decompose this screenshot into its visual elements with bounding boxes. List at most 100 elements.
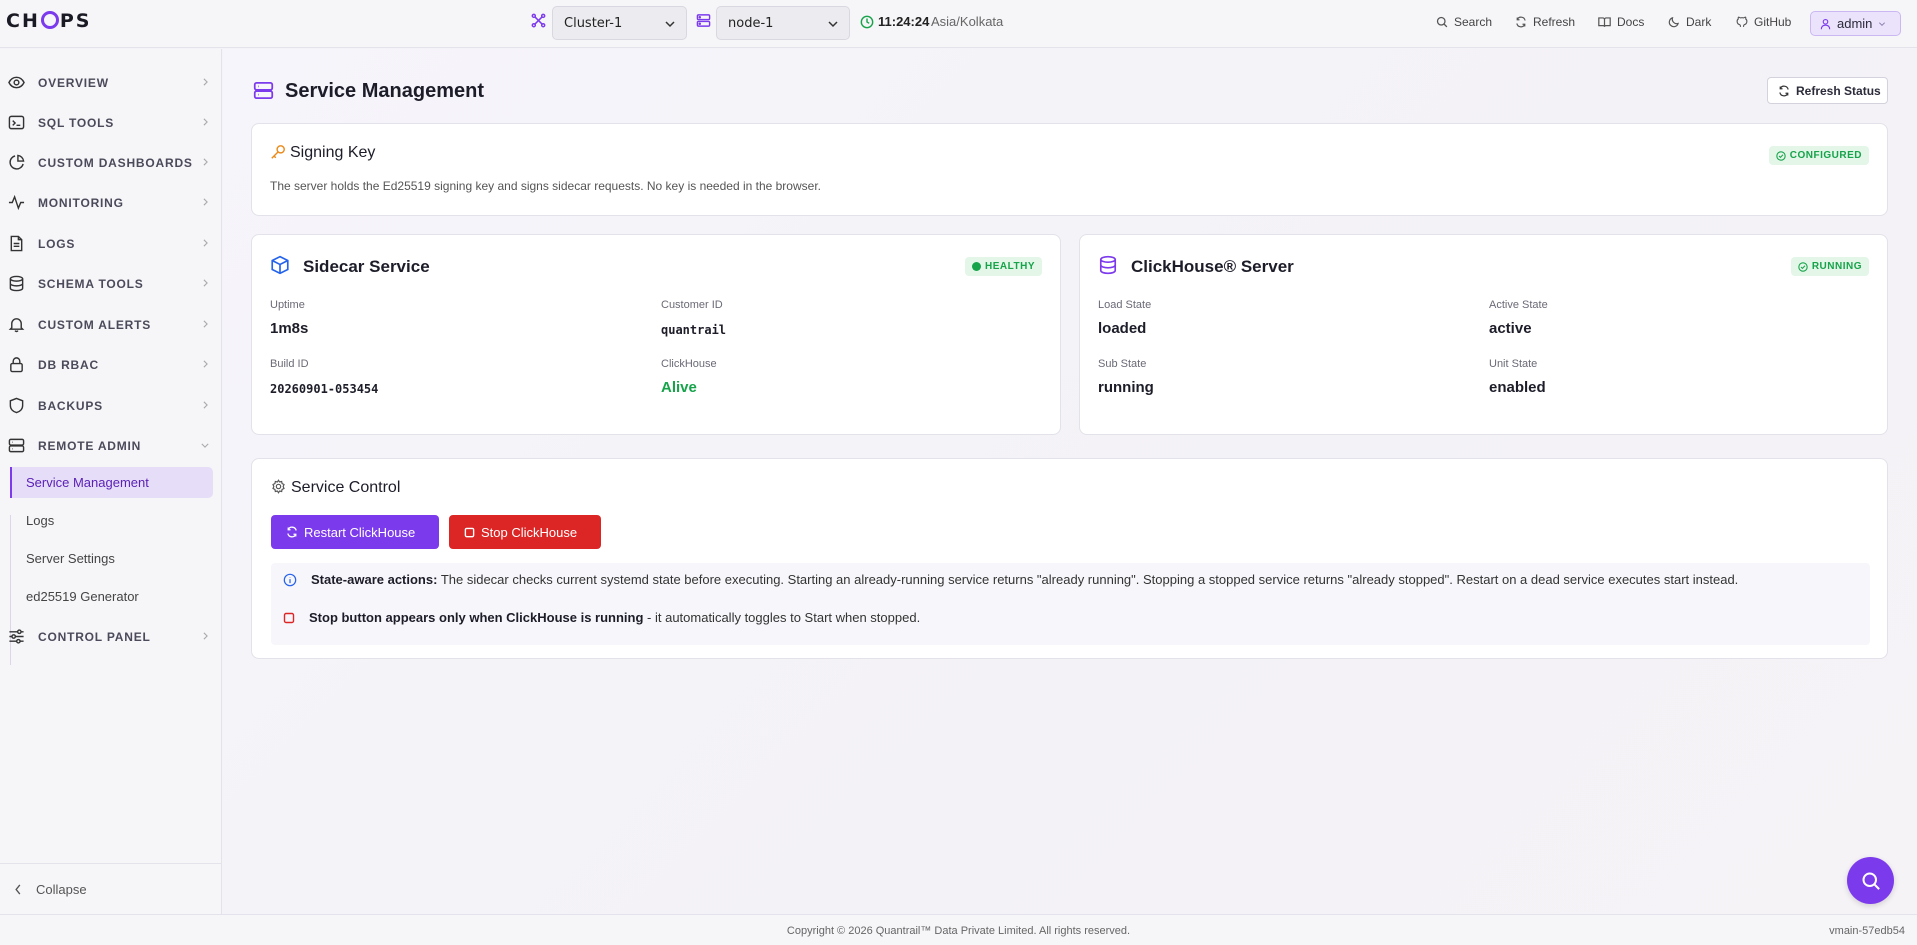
uptime-value: 1m8s [270,320,309,337]
clock-icon [860,15,874,29]
sidebar-item-logs[interactable]: LOGS [0,229,222,257]
build-id-value: 20260901-053454 [270,382,379,396]
floating-search-button[interactable] [1847,857,1894,904]
load-state-value: loaded [1098,320,1147,337]
customer-id-value: quantrail [661,323,727,337]
load-state-label: Load State [1098,299,1152,311]
sidebar-item-control-panel[interactable]: CONTROL PANEL [0,622,222,650]
cluster-select[interactable]: Cluster-1 [552,6,687,40]
search-label: Search [1454,15,1493,29]
sidebar-item-custom-alerts[interactable]: CUSTOM ALERTS [0,310,222,338]
refresh-icon [1515,16,1527,28]
state-aware-note-title: State-aware actions: [311,572,438,587]
clickhouse-server-title: ClickHouse® Server [1131,257,1294,276]
sidebar-item-backups[interactable]: BACKUPS [0,391,222,419]
collapse-sidebar-button[interactable]: Collapse [0,863,222,913]
database-icon [1098,255,1118,275]
signing-key-title: Signing Key [290,144,376,161]
chevron-right-icon [202,198,209,206]
chevron-right-icon [202,279,209,287]
check-circle-icon [1798,261,1808,272]
user-menu-button[interactable]: admin [1810,11,1901,36]
chevron-right-icon [202,158,209,166]
search-link[interactable]: Search [1436,15,1492,29]
sidebar-item-custom-dashboards[interactable]: CUSTOM DASHBOARDS [0,148,222,176]
sidebar-subitem-server-settings[interactable]: Server Settings [10,543,213,574]
lock-icon [8,356,25,373]
cluster-select-value: Cluster-1 [564,15,623,31]
stop-button-note-text: - it automatically toggles to Start when… [643,610,921,625]
clickhouse-status-value: Alive [661,379,697,396]
node-select[interactable]: node-1 [716,6,850,40]
customer-id-label: Customer ID [661,299,723,311]
sidebar-item-schema-tools[interactable]: SCHEMA TOOLS [0,269,222,297]
restart-clickhouse-button[interactable]: Restart ClickHouse [271,515,439,549]
signing-key-card: Signing Key CONFIGURED The server holds … [251,123,1888,216]
service-control-notes: State-aware actions: The sidecar checks … [271,563,1870,645]
state-aware-note-text: The sidecar checks current systemd state… [437,572,1739,587]
docs-link[interactable]: Docs [1598,15,1644,29]
configured-badge-label: CONFIGURED [1789,150,1862,161]
user-icon [1820,18,1831,30]
service-control-title: Service Control [291,479,401,496]
sidebar-subitem-logs[interactable]: Logs [10,505,213,536]
sidecar-title: Sidecar Service [303,257,430,276]
sidebar-item-label: SQL TOOLS [38,116,115,130]
chops-logo[interactable]: CH PS [6,9,92,32]
sidebar-item-monitoring[interactable]: MONITORING [0,188,222,216]
refresh-status-button[interactable]: Refresh Status [1767,77,1888,104]
server-icon [696,13,711,28]
stop-button-label: Stop ClickHouse [481,524,578,540]
chevron-right-icon [202,632,209,640]
active-state-value: active [1489,320,1532,337]
sidebar-subitem-ed25519-generator[interactable]: ed25519 Generator [10,581,213,612]
sidebar-item-db-rbac[interactable]: DB RBAC [0,350,222,378]
shield-icon [8,397,25,414]
sidebar-subitem-label: ed25519 Generator [26,589,139,604]
dark-label: Dark [1686,15,1712,29]
sidebar-item-label: OVERVIEW [38,76,109,90]
chevron-right-icon [202,320,209,328]
github-link[interactable]: GitHub [1736,15,1791,29]
clickhouse-status-label: ClickHouse [661,358,717,370]
stop-clickhouse-button[interactable]: Stop ClickHouse [449,515,601,549]
top-bar: CH PS Cluster-1 node-1 11:24:24 Asia/Kolk… [0,0,1917,48]
signing-key-description: The server holds the Ed25519 signing key… [270,179,821,193]
healthy-badge-label: HEALTHY [985,261,1035,272]
sidebar-item-overview[interactable]: OVERVIEW [0,68,222,96]
current-time: 11:24:24 [878,14,930,29]
sidebar-subitem-service-management[interactable]: Service Management [10,467,213,498]
server-icon [8,437,25,454]
sidebar-subitem-label: Server Settings [26,551,115,566]
dark-mode-toggle[interactable]: Dark [1668,15,1711,29]
database-icon [8,275,25,292]
sidebar-item-label: REMOTE ADMIN [38,439,142,453]
refresh-link[interactable]: Refresh [1515,15,1575,29]
stop-square-icon [283,612,295,624]
collapse-label: Collapse [36,882,87,897]
running-badge-label: RUNNING [1811,261,1862,272]
key-icon [270,144,286,160]
check-circle-icon [1776,150,1786,161]
cluster-icon [531,13,546,28]
configured-badge: CONFIGURED [1768,146,1869,165]
server-icon [253,80,274,101]
unit-state-value: enabled [1489,379,1546,396]
chevron-right-icon [202,78,209,86]
package-icon [270,255,290,275]
chevron-right-icon [202,118,209,126]
page-title: Service Management [285,80,484,102]
sidebar-item-sql-tools[interactable]: SQL TOOLS [0,108,222,136]
chevron-right-icon [202,401,209,409]
search-icon [1861,871,1881,891]
logo-text: CH PS [6,9,92,32]
chevron-right-icon [202,239,209,247]
sidebar-item-label: DB RBAC [38,358,99,372]
sidebar-item-label: BACKUPS [38,399,103,413]
sidebar-item-label: MONITORING [38,196,124,210]
gear-icon [271,479,286,494]
refresh-label: Refresh [1533,15,1576,29]
sidebar-item-remote-admin[interactable]: REMOTE ADMIN [0,431,222,459]
refresh-icon [1778,85,1790,97]
chevron-down-icon [201,442,209,449]
